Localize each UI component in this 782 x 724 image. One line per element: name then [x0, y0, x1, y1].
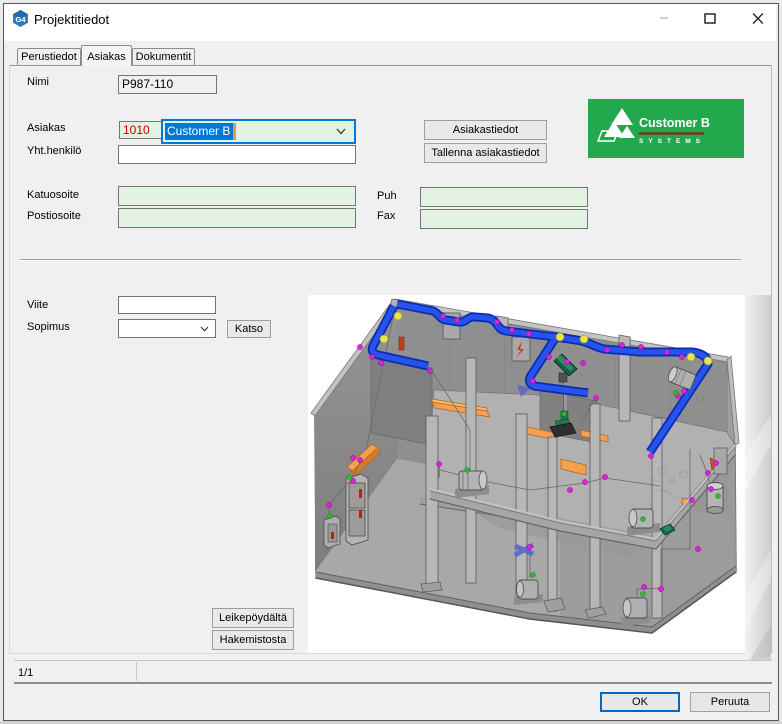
svg-text:Customer B: Customer B — [639, 116, 710, 130]
svg-text:SYSTEMS: SYSTEMS — [639, 138, 705, 145]
svg-text:G4: G4 — [15, 15, 26, 24]
